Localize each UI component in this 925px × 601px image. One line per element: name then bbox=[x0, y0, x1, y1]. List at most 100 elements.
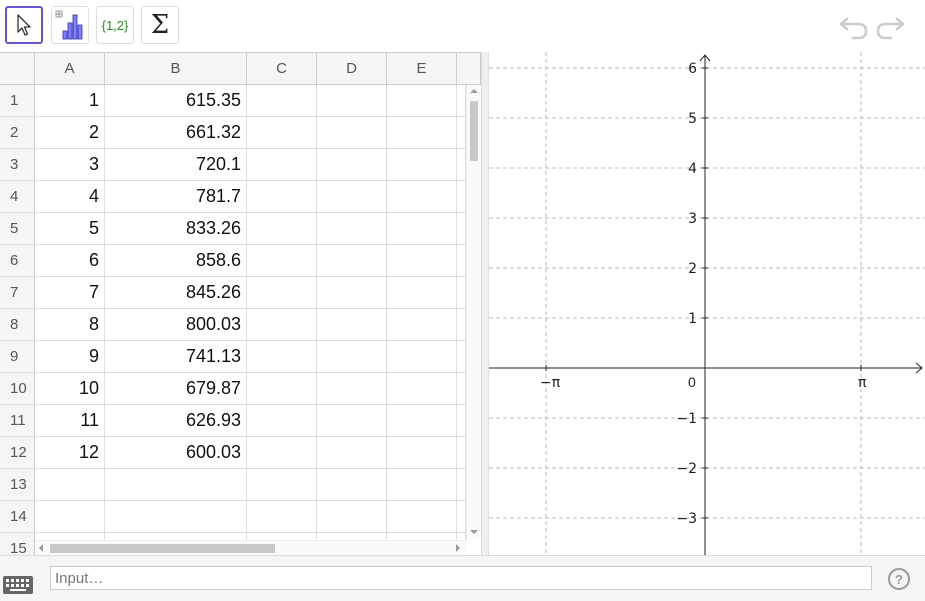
row-header[interactable]: 3 bbox=[0, 149, 35, 181]
cell-a[interactable]: 4 bbox=[35, 181, 105, 213]
cell-b[interactable]: 741.13 bbox=[105, 341, 247, 373]
cell-col3[interactable] bbox=[317, 341, 387, 373]
cell-col4[interactable] bbox=[387, 117, 457, 149]
cell-col2[interactable] bbox=[247, 501, 317, 533]
cell-col4[interactable] bbox=[387, 469, 457, 501]
cell-col4[interactable] bbox=[387, 437, 457, 469]
cell-b[interactable]: 661.32 bbox=[105, 117, 247, 149]
cell-a[interactable]: 2 bbox=[35, 117, 105, 149]
cell-col2[interactable] bbox=[247, 469, 317, 501]
row-header[interactable]: 4 bbox=[0, 181, 35, 213]
cell-col5[interactable] bbox=[457, 277, 466, 309]
spreadsheet-corner[interactable] bbox=[0, 53, 35, 85]
cell-a[interactable]: 3 bbox=[35, 149, 105, 181]
graphics-view[interactable]: 6 5 4 3 2 1 −1 −2 −3 −π 0 π bbox=[489, 52, 925, 555]
cell-col4[interactable] bbox=[387, 149, 457, 181]
cell-col3[interactable] bbox=[317, 501, 387, 533]
cell-col2[interactable] bbox=[247, 245, 317, 277]
cell-col3[interactable] bbox=[317, 373, 387, 405]
row-header[interactable]: 8 bbox=[0, 309, 35, 341]
help-icon[interactable]: ? bbox=[888, 568, 910, 590]
cell-col2[interactable] bbox=[247, 341, 317, 373]
cell-col5[interactable] bbox=[457, 405, 466, 437]
undo-icon[interactable] bbox=[838, 12, 870, 40]
cell-col4[interactable] bbox=[387, 405, 457, 437]
cell-col5[interactable] bbox=[457, 117, 466, 149]
cell-col3[interactable] bbox=[317, 405, 387, 437]
cell-col2[interactable] bbox=[247, 373, 317, 405]
cell-b[interactable]: 600.03 bbox=[105, 437, 247, 469]
cell-col2[interactable] bbox=[247, 181, 317, 213]
cell-col3[interactable] bbox=[317, 437, 387, 469]
horizontal-scrollbar[interactable] bbox=[35, 540, 466, 555]
cell-a[interactable]: 6 bbox=[35, 245, 105, 277]
row-header[interactable]: 7 bbox=[0, 277, 35, 309]
cell-col3[interactable] bbox=[317, 213, 387, 245]
horizontal-scroll-thumb[interactable] bbox=[50, 544, 275, 553]
column-header-b[interactable]: B bbox=[105, 53, 247, 85]
sum-button[interactable]: Σ bbox=[141, 6, 179, 44]
cell-col3[interactable] bbox=[317, 85, 387, 117]
row-header[interactable]: 9 bbox=[0, 341, 35, 373]
cell-col4[interactable] bbox=[387, 309, 457, 341]
column-header-d[interactable]: D bbox=[317, 53, 387, 85]
cell-a[interactable] bbox=[35, 501, 105, 533]
cell-a[interactable]: 11 bbox=[35, 405, 105, 437]
cell-col2[interactable] bbox=[247, 149, 317, 181]
cell-col3[interactable] bbox=[317, 117, 387, 149]
row-header[interactable]: 12 bbox=[0, 437, 35, 469]
cell-col2[interactable] bbox=[247, 117, 317, 149]
cell-col2[interactable] bbox=[247, 309, 317, 341]
row-header[interactable]: 11 bbox=[0, 405, 35, 437]
cell-b[interactable]: 800.03 bbox=[105, 309, 247, 341]
column-header-c[interactable]: C bbox=[247, 53, 317, 85]
scroll-down-icon[interactable] bbox=[470, 529, 478, 535]
cell-col2[interactable] bbox=[247, 213, 317, 245]
move-tool-button[interactable] bbox=[5, 6, 43, 44]
row-header[interactable]: 10 bbox=[0, 373, 35, 405]
cell-a[interactable]: 8 bbox=[35, 309, 105, 341]
cell-a[interactable]: 7 bbox=[35, 277, 105, 309]
cell-a[interactable] bbox=[35, 469, 105, 501]
create-list-button[interactable]: {1,2} bbox=[96, 6, 134, 44]
cell-col3[interactable] bbox=[317, 181, 387, 213]
cell-col5[interactable] bbox=[457, 501, 466, 533]
cell-b[interactable]: 858.6 bbox=[105, 245, 247, 277]
cell-a[interactable]: 1 bbox=[35, 85, 105, 117]
cell-a[interactable]: 9 bbox=[35, 341, 105, 373]
cell-a[interactable]: 12 bbox=[35, 437, 105, 469]
row-header[interactable]: 14 bbox=[0, 501, 35, 533]
cell-b[interactable]: 781.7 bbox=[105, 181, 247, 213]
cell-col5[interactable] bbox=[457, 181, 466, 213]
cell-col5[interactable] bbox=[457, 245, 466, 277]
cell-col3[interactable] bbox=[317, 245, 387, 277]
cell-col5[interactable] bbox=[457, 213, 466, 245]
cell-col4[interactable] bbox=[387, 85, 457, 117]
algebra-input-field[interactable] bbox=[50, 566, 872, 590]
row-header[interactable]: 1 bbox=[0, 85, 35, 117]
one-variable-analysis-button[interactable] bbox=[51, 6, 89, 44]
cell-col3[interactable] bbox=[317, 149, 387, 181]
cell-col4[interactable] bbox=[387, 181, 457, 213]
row-header[interactable]: 2 bbox=[0, 117, 35, 149]
cell-col4[interactable] bbox=[387, 245, 457, 277]
cell-col2[interactable] bbox=[247, 277, 317, 309]
cell-col5[interactable] bbox=[457, 341, 466, 373]
cell-col2[interactable] bbox=[247, 85, 317, 117]
cell-b[interactable]: 720.1 bbox=[105, 149, 247, 181]
keyboard-icon[interactable] bbox=[3, 576, 33, 594]
cell-b[interactable]: 833.26 bbox=[105, 213, 247, 245]
scroll-up-icon[interactable] bbox=[470, 88, 478, 94]
cell-col4[interactable] bbox=[387, 341, 457, 373]
cell-col2[interactable] bbox=[247, 437, 317, 469]
cell-col4[interactable] bbox=[387, 501, 457, 533]
cell-col3[interactable] bbox=[317, 277, 387, 309]
cell-col5[interactable] bbox=[457, 469, 466, 501]
cell-col4[interactable] bbox=[387, 213, 457, 245]
redo-icon[interactable] bbox=[874, 12, 906, 40]
cell-b[interactable] bbox=[105, 501, 247, 533]
row-header[interactable]: 15 bbox=[0, 533, 35, 556]
cell-a[interactable]: 10 bbox=[35, 373, 105, 405]
coordinate-plane[interactable]: 6 5 4 3 2 1 −1 −2 −3 −π 0 π bbox=[489, 52, 925, 555]
cell-col5[interactable] bbox=[457, 309, 466, 341]
